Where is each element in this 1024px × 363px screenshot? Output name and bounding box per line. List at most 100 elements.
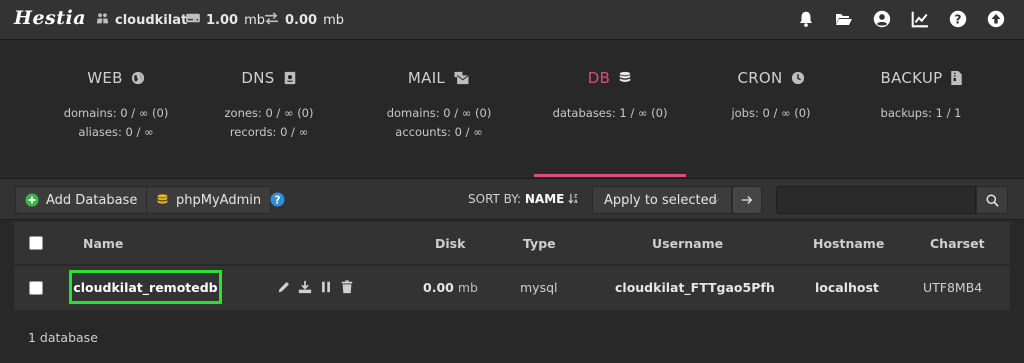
disk-unit: mb bbox=[244, 12, 265, 28]
stat-web-domains: domains: 0 / ∞ (0) bbox=[63, 106, 169, 120]
toolbar: Add Database phpMyAdmin ? SORT BY: NAME … bbox=[0, 178, 1024, 220]
row-disk-value: 0.00 bbox=[423, 280, 454, 295]
top-bar: Hestia cloudkilat 1.00 mb 0.00 mb ? bbox=[0, 0, 1024, 40]
question-circle-icon[interactable]: ? bbox=[948, 9, 968, 29]
arrow-up-circle-icon[interactable] bbox=[986, 9, 1006, 29]
chart-line-icon[interactable] bbox=[910, 9, 930, 29]
pencil-icon[interactable] bbox=[277, 280, 291, 294]
mail-bulk-icon bbox=[454, 71, 469, 85]
file-archive-icon bbox=[950, 71, 962, 85]
stats-panel: WEB domains: 0 / ∞ (0) aliases: 0 / ∞ DN… bbox=[0, 41, 1024, 177]
stat-dns[interactable]: DNS zones: 0 / ∞ (0) records: 0 / ∞ bbox=[204, 41, 334, 177]
stat-web[interactable]: WEB domains: 0 / ∞ (0) aliases: 0 / ∞ bbox=[52, 41, 180, 177]
download-icon[interactable] bbox=[298, 280, 312, 294]
header-charset[interactable]: Charset bbox=[930, 236, 985, 251]
stat-db-label: DB bbox=[587, 69, 611, 87]
header-name[interactable]: Name bbox=[83, 236, 123, 251]
bulk-action-select[interactable]: Apply to selected ⌵ bbox=[592, 186, 732, 214]
stat-backup-label: BACKUP bbox=[880, 69, 943, 87]
stat-mail-label: MAIL bbox=[407, 69, 446, 87]
select-all-checkbox[interactable] bbox=[29, 236, 43, 250]
user-circle-icon[interactable] bbox=[872, 9, 892, 29]
stat-db-databases: databases: 1 / ∞ (0) bbox=[552, 106, 668, 120]
row-hostname: localhost bbox=[815, 280, 879, 295]
header-disk[interactable]: Disk bbox=[435, 236, 465, 251]
trash-icon[interactable] bbox=[340, 280, 354, 294]
globe-icon bbox=[131, 71, 144, 85]
bulk-action-value: Apply to selected bbox=[604, 192, 717, 208]
row-checkbox[interactable] bbox=[29, 281, 43, 295]
help-icon[interactable]: ? bbox=[270, 192, 285, 211]
stat-backup[interactable]: BACKUP backups: 1 / 1 bbox=[856, 41, 986, 177]
pause-icon[interactable] bbox=[319, 280, 333, 294]
user-icon bbox=[96, 12, 109, 29]
row-actions bbox=[277, 280, 354, 294]
table-header: Name Disk Type Username Hostname Charset bbox=[14, 222, 1010, 264]
svg-text:A: A bbox=[574, 199, 578, 204]
header-hostname[interactable]: Hostname bbox=[813, 236, 884, 251]
sort-by-value: NAME bbox=[524, 192, 565, 206]
stat-web-aliases: aliases: 0 / ∞ bbox=[78, 125, 154, 139]
bandwidth-unit: mb bbox=[323, 13, 344, 28]
stat-dns-title: DNS bbox=[204, 69, 334, 87]
sort-by[interactable]: SORT BY: NAME ZA bbox=[468, 192, 580, 206]
row-type: mysql bbox=[520, 280, 558, 295]
stat-dns-zones: zones: 0 / ∞ (0) bbox=[224, 106, 314, 120]
clock-icon bbox=[791, 71, 804, 85]
account-user[interactable]: cloudkilat bbox=[96, 12, 187, 29]
svg-text:?: ? bbox=[954, 13, 961, 27]
sort-alpha-desc-icon: ZA bbox=[568, 194, 578, 205]
database-name-link[interactable]: cloudkilat_remotedb bbox=[69, 270, 222, 304]
stat-cron-title: CRON bbox=[706, 69, 836, 87]
exchange-icon bbox=[264, 12, 279, 29]
header-username[interactable]: Username bbox=[652, 236, 723, 251]
row-disk: 0.00 mb bbox=[423, 280, 478, 295]
database-icon bbox=[157, 194, 168, 204]
plus-circle-icon bbox=[25, 193, 39, 207]
book-icon bbox=[284, 71, 295, 85]
stat-mail-title: MAIL bbox=[374, 69, 504, 87]
hestia-logo[interactable]: Hestia bbox=[14, 7, 86, 29]
disk-value: 1.00 bbox=[206, 12, 239, 28]
add-database-button[interactable]: Add Database bbox=[15, 186, 148, 214]
arrow-right-icon bbox=[741, 196, 753, 204]
top-icons: ? bbox=[796, 9, 1006, 29]
stat-db-title: DB bbox=[534, 69, 686, 87]
stat-mail[interactable]: MAIL domains: 0 / ∞ (0) accounts: 0 / ∞ bbox=[374, 41, 504, 177]
stat-backup-backups: backups: 1 / 1 bbox=[880, 106, 962, 120]
stat-web-label: WEB bbox=[87, 69, 123, 87]
chevron-down-icon: ⌵ bbox=[711, 195, 719, 206]
apply-button[interactable] bbox=[732, 186, 762, 214]
hdd-icon bbox=[186, 12, 200, 28]
row-username: cloudkilat_FTTgao5Pfh bbox=[615, 280, 775, 295]
username-label: cloudkilat bbox=[115, 13, 188, 28]
bandwidth-value: 0.00 bbox=[285, 13, 318, 28]
stat-dns-records: records: 0 / ∞ bbox=[229, 125, 309, 139]
database-icon bbox=[619, 71, 631, 82]
add-database-label: Add Database bbox=[46, 192, 138, 208]
row-disk-unit: mb bbox=[457, 280, 478, 295]
svg-text:?: ? bbox=[275, 194, 281, 206]
stat-mail-domains: domains: 0 / ∞ (0) bbox=[386, 106, 492, 120]
bell-icon[interactable] bbox=[796, 9, 816, 29]
stat-cron[interactable]: CRON jobs: 0 / ∞ (0) bbox=[706, 41, 836, 177]
stat-web-title: WEB bbox=[52, 69, 180, 87]
header-type[interactable]: Type bbox=[523, 236, 556, 251]
search-button[interactable] bbox=[976, 186, 1008, 214]
stat-cron-jobs: jobs: 0 / ∞ (0) bbox=[731, 106, 811, 120]
folder-open-icon[interactable] bbox=[834, 9, 854, 29]
stat-mail-accounts: accounts: 0 / ∞ bbox=[395, 125, 483, 139]
stat-backup-title: BACKUP bbox=[856, 69, 986, 87]
search-icon bbox=[985, 193, 999, 207]
row-charset: UTF8MB4 bbox=[923, 280, 983, 295]
phpmyadmin-button[interactable]: phpMyAdmin bbox=[146, 186, 272, 214]
stat-dns-label: DNS bbox=[241, 69, 275, 87]
bandwidth-usage: 0.00 mb bbox=[264, 12, 344, 29]
stat-db[interactable]: DB databases: 1 / ∞ (0) bbox=[534, 41, 686, 177]
phpmyadmin-label: phpMyAdmin bbox=[176, 192, 262, 208]
database-count: 1 database bbox=[28, 330, 98, 345]
search-input[interactable] bbox=[776, 186, 976, 214]
stat-cron-label: CRON bbox=[737, 69, 783, 87]
sort-by-label: SORT BY: bbox=[468, 192, 522, 206]
disk-usage: 1.00 mb bbox=[186, 12, 265, 28]
